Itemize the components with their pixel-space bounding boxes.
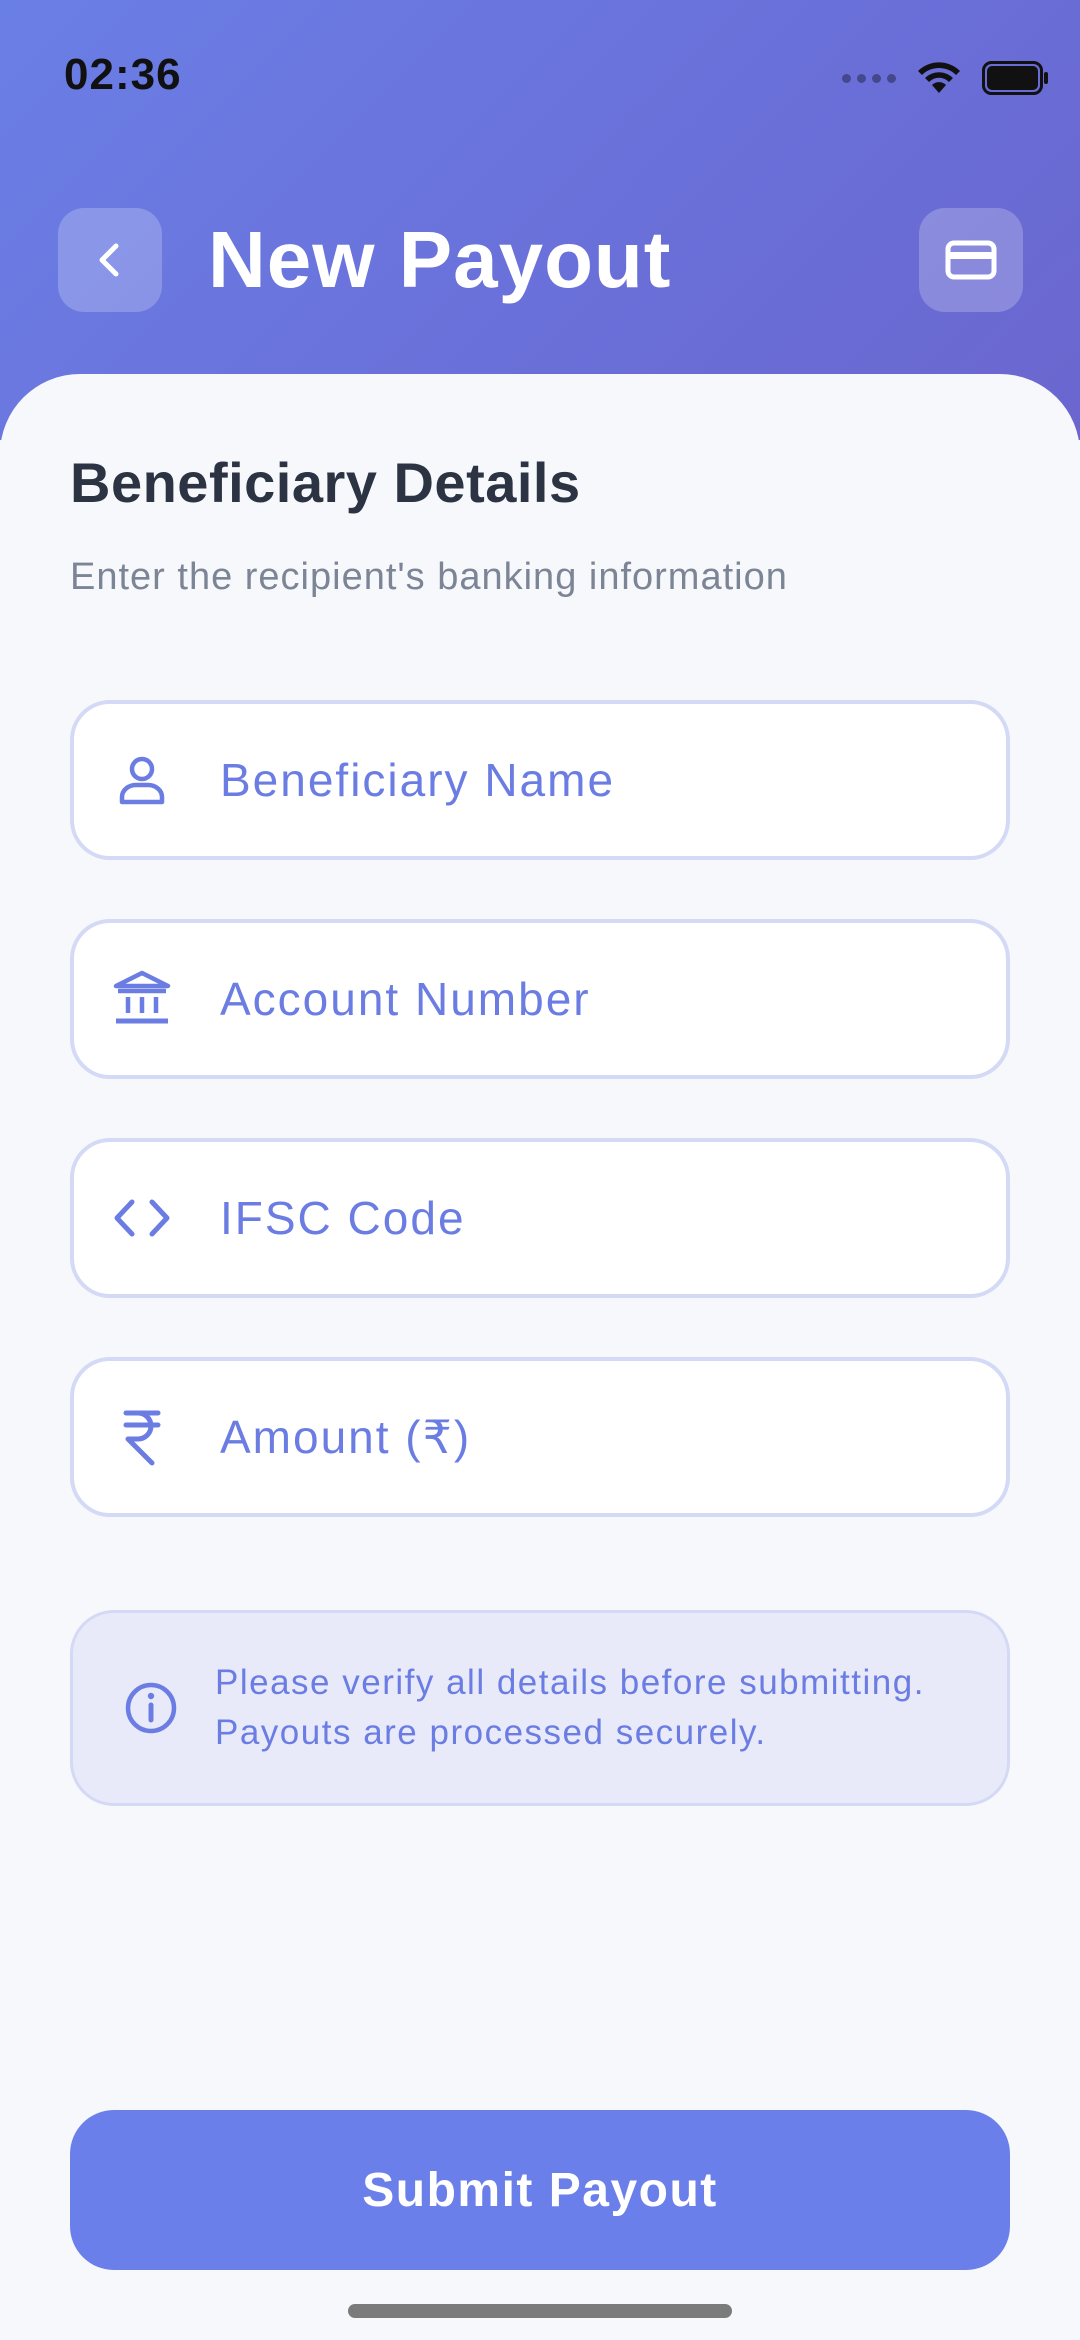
amount-field[interactable]: Amount (₹) — [70, 1357, 1010, 1517]
section-title: Beneficiary Details — [70, 451, 581, 514]
info-icon — [121, 1678, 181, 1738]
info-line-1: Please verify all details before submitt… — [215, 1663, 925, 1702]
status-icons — [842, 56, 1050, 100]
code-icon — [102, 1178, 182, 1258]
status-time: 02:36 — [64, 50, 182, 99]
cellular-signal-icon — [842, 73, 896, 83]
chevron-left-icon — [99, 243, 119, 277]
beneficiary-name-placeholder: Beneficiary Name — [220, 754, 616, 806]
info-notice: Please verify all details before submitt… — [70, 1610, 1010, 1806]
account-number-field[interactable]: Account Number — [70, 919, 1010, 1079]
bank-icon — [102, 959, 182, 1039]
payout-screen: 02:36 New Payout Beneficiary Details Ent… — [0, 0, 1080, 2340]
card-button[interactable] — [919, 208, 1023, 312]
submit-payout-button[interactable]: Submit Payout — [70, 2110, 1010, 2270]
beneficiary-name-field[interactable]: Beneficiary Name — [70, 700, 1010, 860]
info-text: Please verify all details before submitt… — [215, 1658, 925, 1758]
amount-placeholder: Amount (₹) — [220, 1411, 472, 1463]
ifsc-code-placeholder: IFSC Code — [220, 1192, 466, 1244]
user-icon — [102, 740, 182, 820]
wifi-icon — [918, 62, 960, 93]
rupee-icon — [102, 1397, 182, 1477]
info-line-2: Payouts are processed securely. — [215, 1713, 767, 1752]
page-title: New Payout — [208, 215, 672, 304]
home-indicator — [348, 2304, 732, 2318]
credit-card-icon — [945, 240, 997, 280]
account-number-placeholder: Account Number — [220, 973, 591, 1025]
battery-icon — [982, 61, 1048, 95]
section-subtitle: Enter the recipient's banking informatio… — [70, 556, 788, 598]
back-button[interactable] — [58, 208, 162, 312]
ifsc-code-field[interactable]: IFSC Code — [70, 1138, 1010, 1298]
